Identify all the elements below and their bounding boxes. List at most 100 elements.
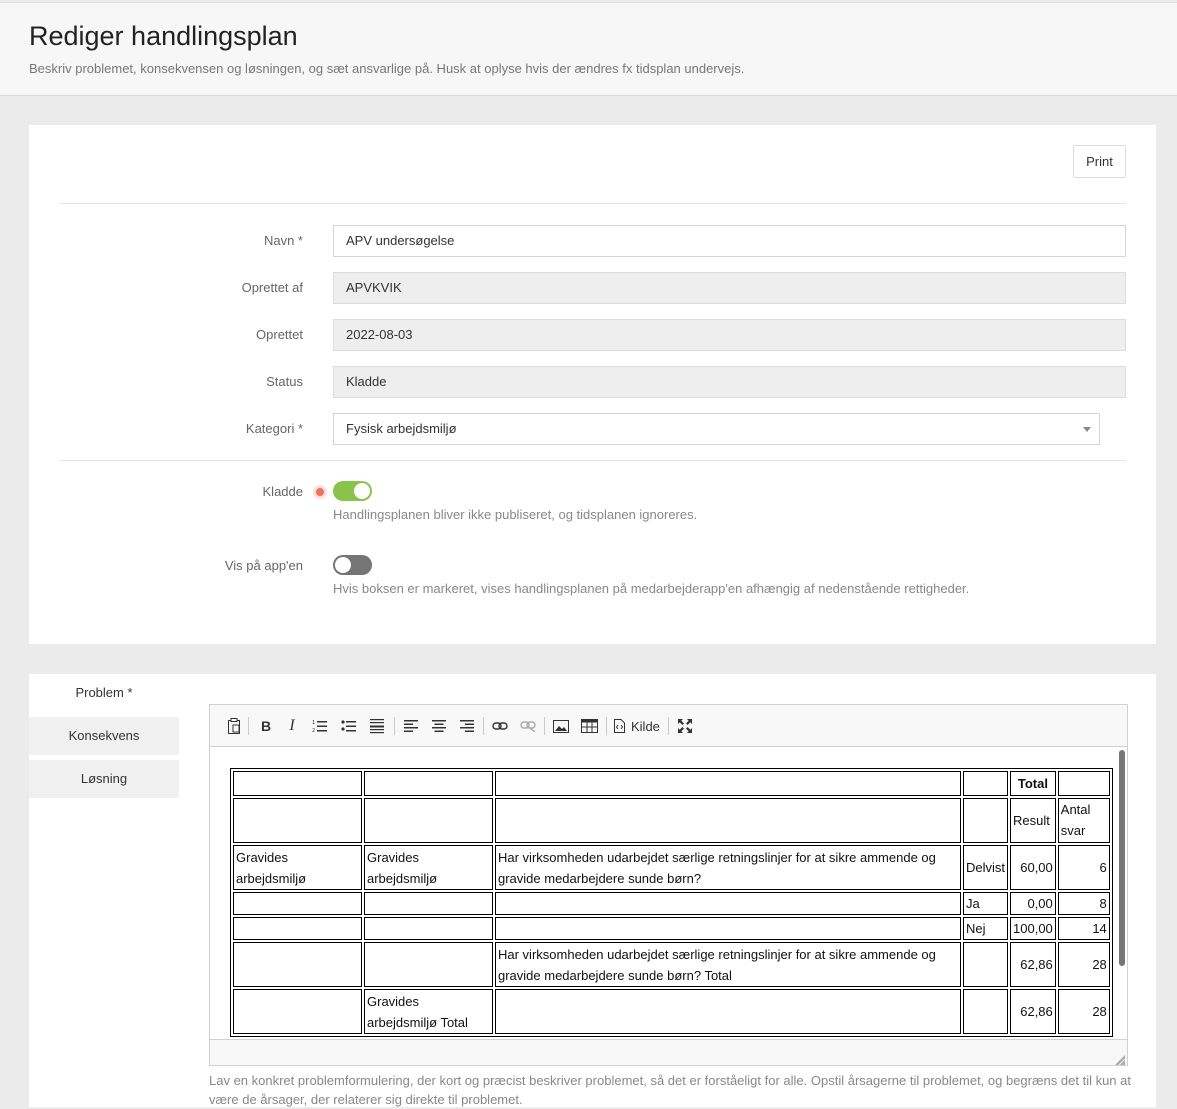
table-row: Ja 0,00 8 [233, 892, 1110, 915]
table-cell: 28 [1057, 942, 1110, 987]
table-cell: Ja [963, 892, 1009, 915]
table-cell [233, 942, 362, 987]
print-button[interactable]: Print [1073, 145, 1126, 178]
table-cell: Delvist [963, 845, 1009, 890]
divider [59, 460, 1126, 461]
table-row: Result Antal svar [233, 798, 1110, 843]
created-field: 2022-08-03 [333, 319, 1126, 351]
table-cell: Result [1010, 798, 1056, 843]
table-cell [364, 942, 493, 987]
resize-grip-icon[interactable] [1115, 1053, 1126, 1066]
align-center-icon[interactable] [429, 716, 449, 736]
table-cell [233, 917, 362, 940]
table-cell: Gravides arbejdsmiljø Total [364, 989, 493, 1034]
toolbar-separator [668, 717, 669, 735]
editor-toolbar: B I 12 Kilde [210, 705, 1127, 747]
table-cell: Har virksomheden udarbejdet særlige retn… [495, 845, 961, 890]
name-label: Navn * [263, 233, 303, 248]
show-in-app-toggle[interactable] [333, 555, 372, 575]
unlink-icon[interactable] [518, 716, 538, 736]
table-cell: 28 [1057, 989, 1110, 1034]
table-row: Gravides arbejdsmiljø Total 62,86 28 [233, 989, 1110, 1034]
image-icon[interactable] [551, 716, 571, 736]
table-cell: 8 [1057, 892, 1110, 915]
table-cell [364, 798, 493, 843]
table-cell: 62,86 [1010, 942, 1056, 987]
table-icon[interactable] [579, 716, 599, 736]
category-value: Fysisk arbejdsmiljø [346, 421, 457, 436]
name-input[interactable]: APV undersøgelse [333, 225, 1126, 257]
required-indicator-icon [313, 485, 327, 499]
table-cell: 14 [1057, 917, 1110, 940]
table-cell: 6 [1057, 845, 1110, 890]
tab-consequence[interactable]: Konsekvens [29, 717, 179, 755]
draft-toggle[interactable] [333, 481, 372, 501]
table-cell [364, 771, 493, 796]
table-cell: Gravides arbejdsmiljø [233, 845, 362, 890]
table-cell [495, 917, 961, 940]
rich-text-editor: B I 12 Kilde Total Result Antal svar Gra… [209, 704, 1128, 1066]
content-panel: Problem * Konsekvens Løsning B I 12 Kild… [29, 674, 1156, 1107]
draft-help: Handlingsplanen bliver ikke publiseret, … [333, 507, 698, 522]
bold-icon[interactable]: B [256, 716, 276, 736]
paste-icon[interactable] [224, 716, 244, 736]
table-cell [495, 989, 961, 1034]
tab-problem[interactable]: Problem * [29, 674, 179, 712]
italic-icon[interactable]: I [282, 716, 302, 736]
editor-content[interactable]: Total Result Antal svar Gravides arbejdsmil… [210, 748, 1127, 1040]
status-field: Kladde [333, 366, 1126, 398]
editor-status-bar [210, 1039, 1127, 1066]
table-row: Total [233, 771, 1110, 796]
table-cell: Antal svar [1057, 798, 1110, 843]
toolbar-separator [544, 717, 545, 735]
svg-text:1: 1 [312, 720, 315, 726]
toggle-knob [354, 483, 370, 499]
show-in-app-label: Vis på app'en [224, 558, 303, 573]
draft-label: Kladde [262, 484, 303, 499]
align-left-icon[interactable] [401, 716, 421, 736]
source-icon [614, 719, 625, 733]
toolbar-separator [394, 717, 395, 735]
page-subtitle: Beskriv problemet, konsekvensen og løsni… [29, 61, 745, 76]
chevron-down-icon [1083, 427, 1091, 432]
align-right-icon[interactable] [457, 716, 477, 736]
page-header: Rediger handlingsplan Beskriv problemet,… [0, 2, 1177, 96]
table-row: Gravides arbejdsmiljø Gravides arbejdsmil… [233, 845, 1110, 890]
table-cell: Gravides arbejdsmiljø [364, 845, 493, 890]
link-icon[interactable] [490, 716, 510, 736]
maximize-icon[interactable] [675, 716, 695, 736]
bullet-list-icon[interactable] [339, 716, 359, 736]
table-cell [364, 917, 493, 940]
source-label: Kilde [631, 718, 660, 734]
table-cell [495, 798, 961, 843]
details-panel: Print Navn * APV undersøgelse Oprettet a… [29, 125, 1156, 644]
created-by-label: Oprettet af [241, 280, 303, 295]
tab-solution[interactable]: Løsning [29, 760, 179, 798]
table-cell [495, 892, 961, 915]
table-cell: Total [1010, 771, 1056, 796]
toolbar-separator [248, 717, 249, 735]
category-select[interactable]: Fysisk arbejdsmiljø [333, 413, 1100, 445]
table-cell: Har virksomheden udarbejdet særlige retn… [495, 942, 961, 987]
table-cell [364, 892, 493, 915]
status-label: Status [266, 374, 303, 389]
created-by-field: APVKVIK [333, 272, 1126, 304]
table-cell [233, 798, 362, 843]
horizontal-rule-icon[interactable] [367, 716, 387, 736]
table-cell: 0,00 [1010, 892, 1056, 915]
table-row: Nej 100,00 14 [233, 917, 1110, 940]
numbered-list-icon[interactable]: 12 [310, 716, 330, 736]
toolbar-separator [483, 717, 484, 735]
table-cell [495, 771, 961, 796]
scrollbar-thumb[interactable] [1119, 750, 1125, 966]
table-cell [1057, 771, 1110, 796]
source-button[interactable]: Kilde [613, 716, 660, 736]
show-in-app-help: Hvis boksen er markeret, vises handlings… [333, 581, 970, 596]
editor-scrollbar[interactable] [1117, 748, 1127, 1040]
table-cell: 60,00 [1010, 845, 1056, 890]
table-row: Har virksomheden udarbejdet særlige retn… [233, 942, 1110, 987]
table-cell [963, 771, 1009, 796]
problem-help-text: Lav en konkret problemformulering, der k… [209, 1073, 1131, 1107]
table-cell: 100,00 [1010, 917, 1056, 940]
table-cell [963, 798, 1009, 843]
